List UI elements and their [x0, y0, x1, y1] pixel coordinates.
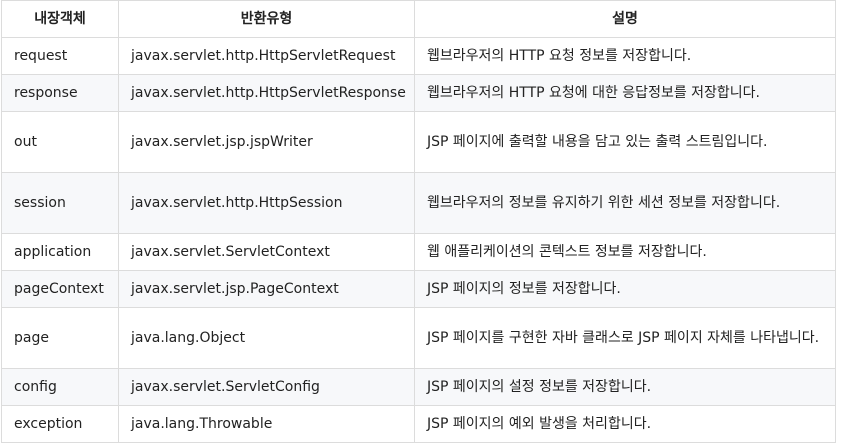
object-name-cell: pageContext — [1, 270, 119, 308]
return-type-cell: javax.servlet.http.HttpSession — [118, 172, 415, 234]
object-name-cell: request — [1, 37, 119, 75]
description-cell: JSP 페이지의 설정 정보를 저장합니다. — [414, 368, 836, 406]
description-cell: JSP 페이지의 정보를 저장합니다. — [414, 270, 836, 308]
table-row: exception java.lang.Throwable JSP 페이지의 예… — [1, 405, 836, 443]
table-row: application javax.servlet.ServletContext… — [1, 233, 836, 271]
object-name-cell: response — [1, 74, 119, 112]
description-cell: 웹브라우저의 HTTP 요청에 대한 응답정보를 저장합니다. — [414, 74, 836, 112]
header-return-type: 반환유형 — [118, 0, 415, 38]
table-row: out javax.servlet.jsp.jspWriter JSP 페이지에… — [1, 111, 836, 173]
description-cell: JSP 페이지에 출력할 내용을 담고 있는 출력 스트림입니다. — [414, 111, 836, 173]
object-name-cell: session — [1, 172, 119, 234]
return-type-cell: javax.servlet.http.HttpServletRequest — [118, 37, 415, 75]
table-header-row: 내장객체 반환유형 설명 — [1, 0, 836, 38]
return-type-cell: java.lang.Throwable — [118, 405, 415, 443]
object-name-cell: application — [1, 233, 119, 271]
return-type-cell: javax.servlet.http.HttpServletResponse — [118, 74, 415, 112]
return-type-cell: javax.servlet.jsp.PageContext — [118, 270, 415, 308]
table-row: session javax.servlet.http.HttpSession 웹… — [1, 172, 836, 234]
table-header: 내장객체 반환유형 설명 — [1, 0, 836, 38]
table-row: response javax.servlet.http.HttpServletR… — [1, 74, 836, 112]
table-row: page java.lang.Object JSP 페이지를 구현한 자바 클래… — [1, 307, 836, 369]
object-name-cell: config — [1, 368, 119, 406]
table-row: config javax.servlet.ServletConfig JSP 페… — [1, 368, 836, 406]
description-cell: 웹 애플리케이션의 콘텍스트 정보를 저장합니다. — [414, 233, 836, 271]
return-type-cell: javax.servlet.ServletContext — [118, 233, 415, 271]
description-cell: JSP 페이지의 예외 발생을 처리합니다. — [414, 405, 836, 443]
table-row: request javax.servlet.http.HttpServletRe… — [1, 37, 836, 75]
return-type-cell: javax.servlet.jsp.jspWriter — [118, 111, 415, 173]
implicit-objects-table: 내장객체 반환유형 설명 request javax.servlet.http.… — [1, 0, 836, 443]
description-cell: JSP 페이지를 구현한 자바 클래스로 JSP 페이지 자체를 나타냅니다. — [414, 307, 836, 369]
object-name-cell: exception — [1, 405, 119, 443]
description-cell: 웹브라우저의 HTTP 요청 정보를 저장합니다. — [414, 37, 836, 75]
header-object-name: 내장객체 — [1, 0, 119, 38]
return-type-cell: java.lang.Object — [118, 307, 415, 369]
table-body: request javax.servlet.http.HttpServletRe… — [1, 37, 836, 443]
return-type-cell: javax.servlet.ServletConfig — [118, 368, 415, 406]
object-name-cell: out — [1, 111, 119, 173]
object-name-cell: page — [1, 307, 119, 369]
table-row: pageContext javax.servlet.jsp.PageContex… — [1, 270, 836, 308]
header-description: 설명 — [414, 0, 836, 38]
description-cell: 웹브라우저의 정보를 유지하기 위한 세션 정보를 저장합니다. — [414, 172, 836, 234]
